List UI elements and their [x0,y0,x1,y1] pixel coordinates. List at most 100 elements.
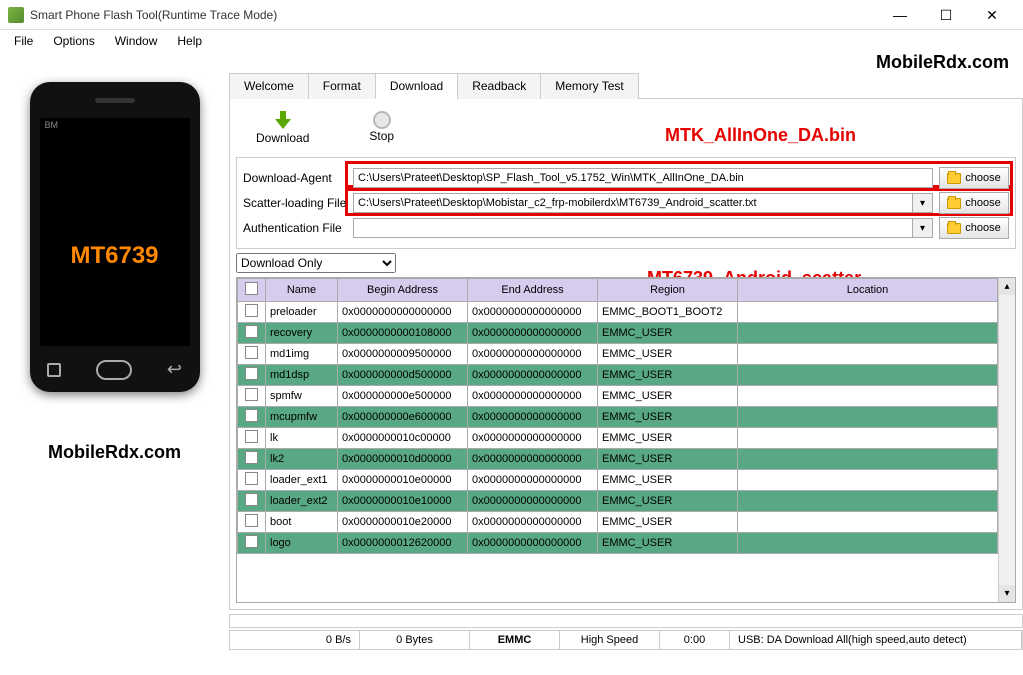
cell-end: 0x0000000000000000 [468,302,598,323]
cell-location [738,449,998,470]
cell-begin: 0x0000000010e10000 [338,491,468,512]
close-button[interactable]: ✕ [969,0,1015,30]
row-checkbox[interactable] [245,367,258,380]
col-end[interactable]: End Address [468,279,598,302]
status-bytes: 0 Bytes [360,631,470,649]
tab-memtest[interactable]: Memory Test [540,73,638,99]
phone-back-icon: ↩ [167,359,182,380]
row-checkbox[interactable] [245,472,258,485]
right-panel: MobileRdx.com Welcome Format Download Re… [229,52,1023,650]
table-scrollbar[interactable]: ▴ ▾ [998,278,1015,602]
scatter-input[interactable] [353,193,913,213]
col-location[interactable]: Location [738,279,998,302]
tab-welcome[interactable]: Welcome [229,73,309,99]
menu-options[interactable]: Options [43,32,104,50]
col-name[interactable]: Name [266,279,338,302]
cell-begin: 0x0000000010e20000 [338,512,468,533]
cell-begin: 0x0000000012620000 [338,533,468,554]
titlebar: Smart Phone Flash Tool(Runtime Trace Mod… [0,0,1023,30]
download-arrow-icon [273,109,293,131]
mode-select[interactable]: Download Only [236,253,396,273]
row-checkbox[interactable] [245,493,258,506]
scatter-label: Scatter-loading File [243,196,353,210]
cell-region: EMMC_BOOT1_BOOT2 [598,302,738,323]
table-row[interactable]: md1dsp0x000000000d5000000x00000000000000… [238,365,998,386]
cell-end: 0x0000000000000000 [468,323,598,344]
cell-end: 0x0000000000000000 [468,512,598,533]
cell-region: EMMC_USER [598,407,738,428]
cell-location [738,428,998,449]
stop-label: Stop [369,129,394,143]
maximize-button[interactable]: ☐ [923,0,969,30]
scroll-down-icon[interactable]: ▾ [999,585,1015,602]
download-label: Download [256,131,309,145]
table-row[interactable]: boot0x0000000010e200000x0000000000000000… [238,512,998,533]
cell-name: spmfw [266,386,338,407]
stop-button[interactable]: Stop [369,111,394,143]
row-checkbox[interactable] [245,514,258,527]
auth-choose-button[interactable]: choose [939,217,1009,239]
annotation-da: MTK_AllInOne_DA.bin [665,125,856,146]
col-region[interactable]: Region [598,279,738,302]
table-row[interactable]: preloader0x00000000000000000x00000000000… [238,302,998,323]
table-row[interactable]: loader_ext20x0000000010e100000x000000000… [238,491,998,512]
download-button[interactable]: Download [256,109,309,145]
status-usb: USB: DA Download All(high speed,auto det… [730,631,1022,649]
col-begin[interactable]: Begin Address [338,279,468,302]
cell-begin: 0x0000000000000000 [338,302,468,323]
da-input[interactable] [353,168,933,188]
scroll-up-icon[interactable]: ▴ [999,278,1015,295]
scatter-dropdown-icon[interactable]: ▾ [913,193,933,213]
cell-end: 0x0000000000000000 [468,386,598,407]
tab-readback[interactable]: Readback [457,73,541,99]
cell-location [738,323,998,344]
row-checkbox[interactable] [245,430,258,443]
row-checkbox[interactable] [245,388,258,401]
table-row[interactable]: md1img0x00000000095000000x00000000000000… [238,344,998,365]
table-row[interactable]: recovery0x00000000001080000x000000000000… [238,323,998,344]
table-header-row: Name Begin Address End Address Region Lo… [238,279,998,302]
row-checkbox[interactable] [245,346,258,359]
menu-window[interactable]: Window [105,32,168,50]
table-row[interactable]: logo0x00000000126200000x0000000000000000… [238,533,998,554]
cell-location [738,470,998,491]
cell-region: EMMC_USER [598,512,738,533]
folder-icon [947,173,961,184]
tab-download[interactable]: Download [375,73,458,99]
tabstrip: Welcome Format Download Readback Memory … [229,72,1023,99]
auth-dropdown-icon[interactable]: ▾ [913,218,933,238]
cell-region: EMMC_USER [598,344,738,365]
table-row[interactable]: loader_ext10x0000000010e000000x000000000… [238,470,998,491]
da-choose-button[interactable]: choose [939,167,1009,189]
status-time: 0:00 [660,631,730,649]
row-checkbox[interactable] [245,535,258,548]
row-checkbox[interactable] [245,451,258,464]
cell-begin: 0x0000000010d00000 [338,449,468,470]
scatter-choose-button[interactable]: choose [939,192,1009,214]
cell-location [738,533,998,554]
menu-help[interactable]: Help [167,32,212,50]
col-checkbox[interactable] [238,279,266,302]
status-mode: High Speed [560,631,660,649]
menu-file[interactable]: File [4,32,43,50]
file-rows: Download-Agent choose Scatter-loading Fi… [236,157,1016,249]
table-row[interactable]: lk0x0000000010c000000x0000000000000000EM… [238,428,998,449]
cell-end: 0x0000000000000000 [468,470,598,491]
tab-format[interactable]: Format [308,73,376,99]
cell-name: lk2 [266,449,338,470]
row-checkbox[interactable] [245,325,258,338]
row-checkbox[interactable] [245,409,258,422]
minimize-button[interactable]: — [877,0,923,30]
cell-begin: 0x0000000010e00000 [338,470,468,491]
toolbar: Download Stop MTK_AllInOne_DA.bin [236,105,1016,153]
cell-begin: 0x0000000010c00000 [338,428,468,449]
cell-name: loader_ext1 [266,470,338,491]
table-row[interactable]: lk20x0000000010d000000x0000000000000000E… [238,449,998,470]
table-row[interactable]: spmfw0x000000000e5000000x000000000000000… [238,386,998,407]
cell-end: 0x0000000000000000 [468,533,598,554]
table-row[interactable]: mcupmfw0x000000000e6000000x0000000000000… [238,407,998,428]
cell-location [738,365,998,386]
row-checkbox[interactable] [245,304,258,317]
auth-input[interactable] [353,218,913,238]
window-title: Smart Phone Flash Tool(Runtime Trace Mod… [30,8,877,22]
